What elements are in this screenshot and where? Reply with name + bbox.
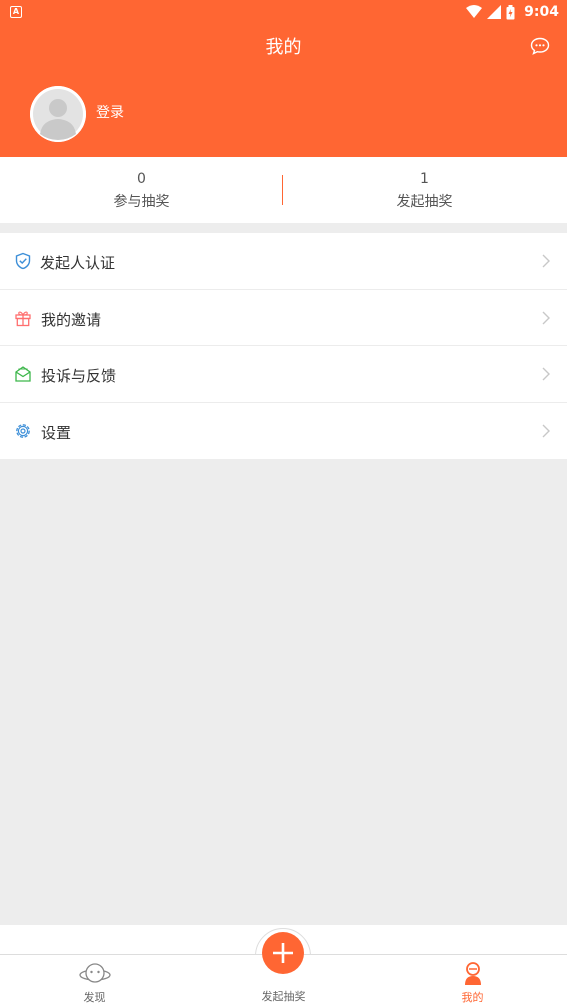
signal-icon [487,5,502,19]
login-link[interactable]: 登录 [96,102,124,122]
app-notification-icon: A [10,6,22,18]
stat-joined-label: 参与抽奖 [113,194,170,210]
tab-mine-label: 我的 [461,991,484,1004]
menu-list: 发起人认证 我的邀请 投诉与反馈 设置 [0,233,567,459]
page-title: 我的 [265,37,302,58]
stat-created-count: 1 [420,171,429,187]
tab-mine[interactable]: 我的 [378,955,567,1008]
user-placeholder-icon [30,86,86,142]
gear-icon [16,423,30,438]
plus-icon [273,943,293,963]
chevron-right-icon [542,311,550,324]
stat-joined-count: 0 [137,171,146,187]
stats-panel: 0 参与抽奖 1 发起抽奖 [0,157,567,223]
stat-created-label: 发起抽奖 [396,194,453,210]
menu-item-label: 发起人认证 [40,254,116,272]
menu-item-label: 投诉与反馈 [41,367,117,385]
create-lottery-button[interactable] [262,932,304,974]
status-bar: A 9:04 [0,0,567,24]
menu-item-settings[interactable]: 设置 [0,403,567,460]
chevron-right-icon [542,424,550,437]
mail-icon [15,366,31,382]
tab-discover-label: 发现 [83,991,106,1004]
chevron-right-icon [542,254,550,268]
chat-bubble-icon[interactable] [530,37,550,55]
chevron-right-icon [542,367,550,381]
user-profile-icon [464,962,481,985]
tab-discover[interactable]: 发现 [0,955,189,1008]
avatar[interactable] [30,86,86,142]
wifi-icon [466,5,483,18]
menu-item-feedback[interactable]: 投诉与反馈 [0,346,567,403]
menu-item-verification[interactable]: 发起人认证 [0,233,567,290]
create-lottery-label[interactable]: 发起抽奖 [189,988,378,1004]
status-time: 9:04 [524,4,559,20]
stat-created[interactable]: 1 发起抽奖 [283,171,566,211]
menu-item-invitations[interactable]: 我的邀请 [0,290,567,346]
gift-icon [15,310,31,326]
status-icons: 9:04 [466,2,559,22]
stat-joined[interactable]: 0 参与抽奖 [0,171,283,211]
shield-check-icon [15,252,31,270]
menu-item-label: 我的邀请 [41,310,102,329]
planet-face-icon [78,963,111,983]
profile-header: A 9:04 我的 登录 [0,0,567,157]
battery-icon [506,4,515,19]
menu-item-label: 设置 [41,423,72,442]
